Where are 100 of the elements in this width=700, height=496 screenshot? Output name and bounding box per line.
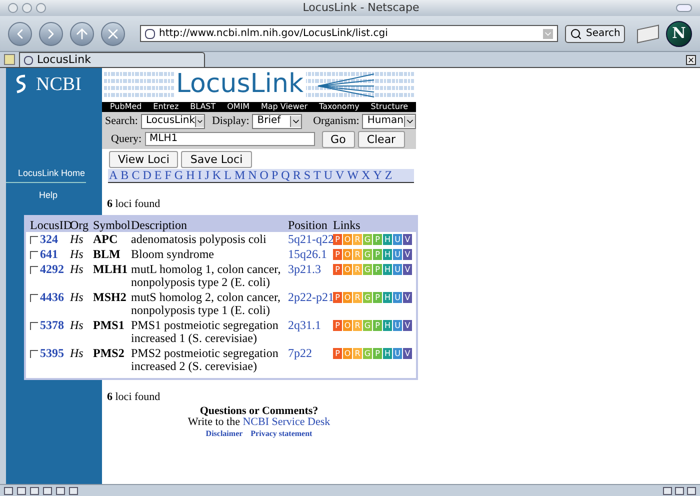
position-link[interactable]: 3p21.3 bbox=[288, 263, 333, 276]
letter-link[interactable]: G bbox=[174, 168, 184, 182]
link-badge[interactable]: V bbox=[403, 264, 412, 275]
letter-link[interactable]: N bbox=[248, 168, 257, 182]
link-badge[interactable]: P bbox=[333, 249, 342, 260]
locus-id-link[interactable]: 4292 bbox=[40, 263, 64, 276]
link-badge[interactable]: P bbox=[333, 292, 342, 303]
link-badge[interactable]: P bbox=[333, 234, 342, 245]
letter-link[interactable]: D bbox=[142, 168, 152, 182]
link-badge[interactable]: V bbox=[403, 320, 412, 331]
position-link[interactable]: 2p22-p21 bbox=[288, 291, 333, 304]
close-tab-icon[interactable] bbox=[686, 55, 696, 65]
status-bar-icon[interactable] bbox=[30, 486, 39, 494]
stop-button[interactable] bbox=[101, 22, 125, 46]
status-bar-icon[interactable] bbox=[4, 486, 13, 494]
link-badge[interactable]: V bbox=[403, 249, 412, 260]
nav-link[interactable]: Structure bbox=[370, 103, 408, 111]
browser-tab[interactable]: LocusLink bbox=[19, 52, 205, 67]
footer-link[interactable]: Disclaimer bbox=[206, 428, 243, 440]
nav-link[interactable]: Entrez bbox=[153, 103, 179, 111]
status-bar-icon[interactable] bbox=[69, 486, 78, 494]
link-badge[interactable]: U bbox=[393, 264, 402, 275]
letter-link[interactable]: V bbox=[336, 168, 344, 182]
form-button[interactable]: Go bbox=[322, 130, 355, 148]
organism-dropdown[interactable]: Human bbox=[362, 114, 416, 129]
form-button[interactable]: Clear bbox=[358, 130, 405, 148]
letter-link[interactable]: B bbox=[120, 168, 129, 182]
link-badge[interactable]: V bbox=[403, 292, 412, 303]
link-badge[interactable]: H bbox=[383, 348, 392, 359]
link-badge[interactable]: H bbox=[383, 320, 392, 331]
locus-id-link[interactable]: 5378 bbox=[40, 319, 64, 332]
letter-link[interactable]: Y bbox=[373, 168, 382, 182]
nav-link[interactable]: Map Viewer bbox=[260, 103, 308, 111]
nav-link[interactable]: BLAST bbox=[190, 103, 216, 111]
link-badge[interactable]: U bbox=[393, 249, 402, 260]
link-badge[interactable]: H bbox=[383, 264, 392, 275]
locus-id-link[interactable]: 641 bbox=[40, 248, 58, 261]
link-badge[interactable]: P bbox=[333, 348, 342, 359]
status-bar-icon[interactable] bbox=[17, 486, 26, 494]
link-badge[interactable]: U bbox=[393, 320, 402, 331]
letter-link[interactable]: F bbox=[164, 168, 172, 182]
letter-link[interactable]: K bbox=[212, 168, 222, 182]
locus-id-link[interactable]: 5395 bbox=[40, 347, 64, 360]
status-bar-icon[interactable] bbox=[663, 486, 672, 494]
status-bar-icon[interactable] bbox=[56, 486, 65, 494]
letter-link[interactable]: L bbox=[224, 168, 232, 182]
toolbar-toggle-icon[interactable] bbox=[676, 4, 692, 12]
link-badge[interactable]: P bbox=[333, 264, 342, 275]
link-badge[interactable]: P bbox=[333, 320, 342, 331]
status-bar-icon[interactable] bbox=[43, 486, 52, 494]
link-badge[interactable]: U bbox=[393, 292, 402, 303]
nav-link[interactable]: PubMed bbox=[110, 103, 142, 111]
tab-icon[interactable] bbox=[4, 54, 15, 65]
nav-link[interactable]: Taxonomy bbox=[319, 103, 360, 111]
letter-link[interactable]: R bbox=[292, 168, 301, 182]
letter-link[interactable]: X bbox=[362, 168, 370, 182]
letter-link[interactable]: E bbox=[154, 168, 162, 182]
letter-link[interactable]: O bbox=[260, 168, 268, 182]
back-button[interactable] bbox=[8, 22, 32, 46]
letter-link[interactable]: W bbox=[347, 168, 359, 182]
sidebar-link[interactable]: LocusLink Home bbox=[6, 167, 86, 182]
footer-link[interactable]: Privacy statement bbox=[250, 428, 312, 440]
url-field[interactable]: http://www.ncbi.nlm.nih.gov/LocusLink/list.cgi bbox=[140, 25, 558, 42]
letter-link[interactable]: A bbox=[109, 168, 118, 182]
reload-button[interactable] bbox=[70, 22, 94, 46]
locus-id-link[interactable]: 324 bbox=[40, 233, 58, 246]
service-desk-link[interactable]: NCBI Service Desk bbox=[242, 416, 330, 428]
display-dropdown[interactable]: Brief bbox=[252, 114, 302, 129]
status-bar-icon[interactable] bbox=[687, 486, 696, 494]
letter-link[interactable]: M bbox=[234, 168, 246, 182]
position-link[interactable]: 15q26.1 bbox=[288, 248, 333, 261]
link-badge[interactable]: U bbox=[393, 348, 402, 359]
position-link[interactable]: 2q31.1 bbox=[288, 319, 333, 332]
action-button[interactable]: View Loci bbox=[109, 150, 178, 168]
letter-link[interactable]: S bbox=[304, 168, 311, 182]
letter-link[interactable]: P bbox=[271, 168, 278, 182]
link-badge[interactable]: H bbox=[383, 234, 392, 245]
locus-id-link[interactable]: 4436 bbox=[40, 291, 64, 304]
position-link[interactable]: 7p22 bbox=[288, 347, 333, 360]
forward-button[interactable] bbox=[39, 22, 63, 46]
letter-link[interactable]: J bbox=[204, 168, 210, 182]
letter-link[interactable]: I bbox=[198, 168, 202, 182]
letter-link[interactable]: C bbox=[132, 168, 140, 182]
action-button[interactable]: Save Loci bbox=[181, 150, 252, 168]
position-link[interactable]: 5q21-q22 bbox=[288, 233, 333, 246]
nav-link[interactable]: OMIM bbox=[227, 103, 250, 111]
link-badge[interactable]: V bbox=[403, 348, 412, 359]
sidebar-link[interactable]: Help bbox=[6, 188, 102, 202]
link-badge[interactable]: U bbox=[393, 234, 402, 245]
letter-link[interactable]: U bbox=[324, 168, 333, 182]
search-button[interactable]: Search bbox=[565, 24, 626, 42]
letter-link[interactable]: Q bbox=[281, 168, 290, 182]
browser-logo[interactable]: N bbox=[666, 20, 692, 46]
letter-link[interactable]: Z bbox=[384, 168, 392, 182]
search-dropdown[interactable]: LocusLink bbox=[140, 114, 205, 129]
link-badge[interactable]: V bbox=[403, 234, 412, 245]
link-badge[interactable]: H bbox=[383, 249, 392, 260]
letter-link[interactable]: H bbox=[186, 168, 195, 182]
query-field[interactable]: MLH1 bbox=[144, 132, 315, 146]
status-bar-icon[interactable] bbox=[675, 486, 684, 494]
